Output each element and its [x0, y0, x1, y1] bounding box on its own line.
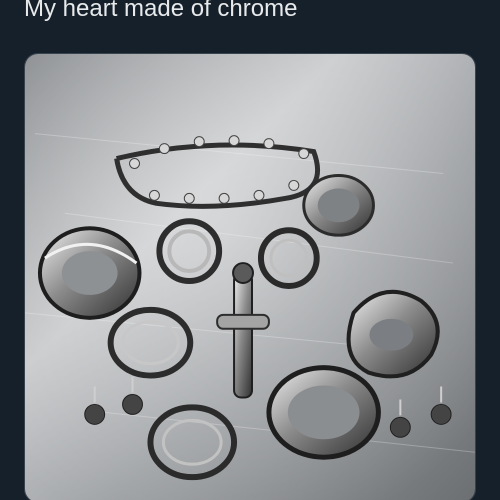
photo-canvas [25, 54, 475, 500]
wide-engraved-ring [37, 226, 142, 320]
large-lower-ring [266, 365, 381, 460]
post-text: My heart made of chrome [24, 0, 298, 22]
post-view: My heart made of chrome [0, 0, 500, 500]
floral-cutout-ring [346, 289, 440, 379]
plain-band-ring [302, 173, 375, 237]
post-photo[interactable] [24, 53, 476, 500]
